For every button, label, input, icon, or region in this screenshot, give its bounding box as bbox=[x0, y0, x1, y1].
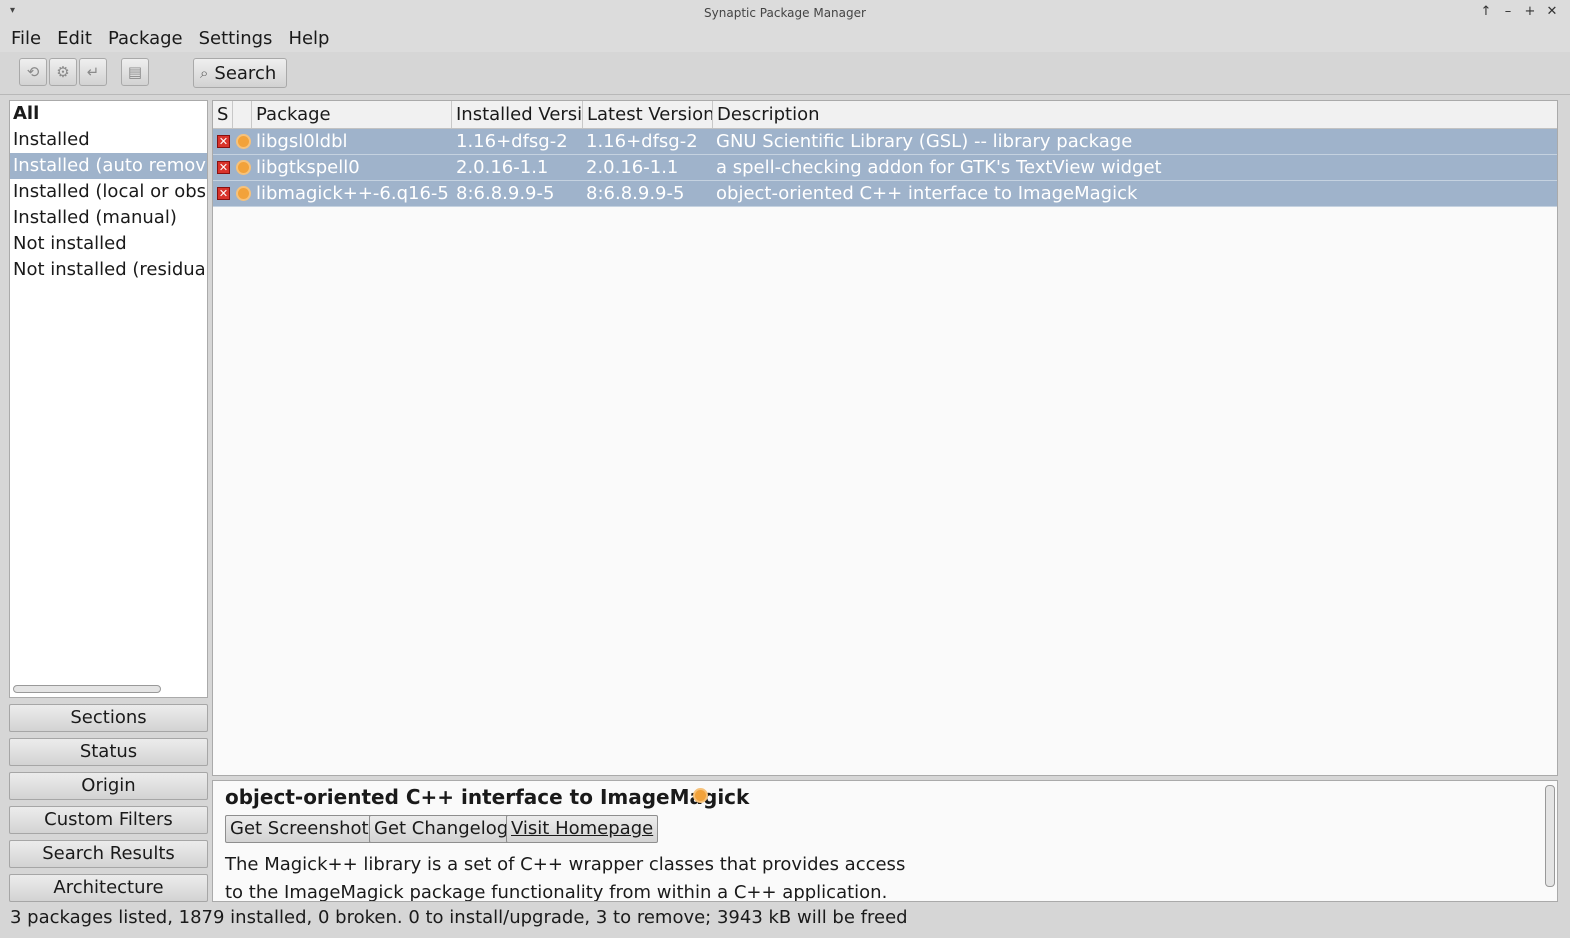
apply-button[interactable]: ↵ bbox=[79, 58, 107, 86]
filter-list: All Installed Installed (auto removal) I… bbox=[9, 100, 208, 698]
menu-help[interactable]: Help bbox=[280, 26, 337, 52]
gear-icon: ⚙ bbox=[56, 63, 70, 81]
supported-icon bbox=[238, 136, 249, 147]
details-title: object-oriented C++ interface to ImageMa… bbox=[225, 785, 750, 809]
mark-upgrades-button[interactable]: ⚙ bbox=[49, 58, 77, 86]
supported-icon bbox=[695, 790, 706, 801]
latest-version: 1.16+dfsg-2 bbox=[586, 131, 698, 152]
status-bar: 3 packages listed, 1879 installed, 0 bro… bbox=[10, 907, 908, 928]
status-button[interactable]: Status bbox=[9, 738, 208, 766]
description-line: to the ImageMagick package functionality… bbox=[225, 882, 888, 902]
supported-icon bbox=[238, 188, 249, 199]
description-line: The Magick++ library is a set of C++ wra… bbox=[225, 854, 906, 875]
column-description[interactable]: Description bbox=[713, 101, 1557, 128]
remove-mark-icon[interactable]: ✕ bbox=[217, 161, 230, 174]
package-details: object-oriented C++ interface to ImageMa… bbox=[212, 780, 1558, 902]
filter-item-not-installed[interactable]: Not installed bbox=[10, 231, 207, 257]
filter-item-installed-auto-removal[interactable]: Installed (auto removal) bbox=[10, 153, 207, 179]
table-row[interactable]: ✕ libmagick++-6.q16-5 8:6.8.9.9-5 8:6.8.… bbox=[213, 181, 1557, 207]
sections-button[interactable]: Sections bbox=[9, 704, 208, 732]
package-list-header: S Package Installed Version Latest Versi… bbox=[213, 101, 1557, 129]
search-button-label: Search bbox=[214, 62, 277, 84]
remove-mark-icon[interactable]: ✕ bbox=[217, 135, 230, 148]
package-description: object-oriented C++ interface to ImageMa… bbox=[716, 183, 1138, 204]
details-description: The Magick++ library is a set of C++ wra… bbox=[225, 851, 925, 902]
get-screenshot-button[interactable]: Get Screenshot bbox=[225, 815, 374, 843]
remove-mark-icon[interactable]: ✕ bbox=[217, 187, 230, 200]
horizontal-scrollbar[interactable] bbox=[13, 685, 161, 693]
filter-item-not-installed-residual[interactable]: Not installed (residual config) bbox=[10, 257, 207, 283]
title-bar: ▾ Synaptic Package Manager ↑ – + ✕ bbox=[0, 0, 1570, 26]
visit-homepage-button[interactable]: Visit Homepage bbox=[506, 815, 659, 843]
menu-package[interactable]: Package bbox=[100, 26, 191, 52]
package-description: GNU Scientific Library (GSL) -- library … bbox=[716, 131, 1133, 152]
vertical-scrollbar[interactable] bbox=[1545, 785, 1555, 887]
maximize-icon[interactable]: + bbox=[1524, 4, 1536, 19]
search-results-button[interactable]: Search Results bbox=[9, 840, 208, 868]
keep-above-icon[interactable]: ↑ bbox=[1480, 4, 1492, 19]
installed-version: 2.0.16-1.1 bbox=[456, 157, 549, 178]
latest-version: 2.0.16-1.1 bbox=[586, 157, 679, 178]
column-installed-version[interactable]: Installed Version bbox=[452, 101, 583, 128]
reload-button[interactable]: ⟲ bbox=[19, 58, 47, 86]
menu-bar: File Edit Package Settings Help bbox=[0, 26, 1570, 52]
package-description: a spell-checking addon for GTK's TextVie… bbox=[716, 157, 1162, 178]
latest-version: 8:6.8.9.9-5 bbox=[586, 183, 685, 204]
package-list: S Package Installed Version Latest Versi… bbox=[212, 100, 1558, 776]
installed-version: 1.16+dfsg-2 bbox=[456, 131, 568, 152]
window-controls: ↑ – + ✕ bbox=[1480, 4, 1558, 19]
window-title: Synaptic Package Manager bbox=[704, 6, 866, 20]
close-icon[interactable]: ✕ bbox=[1546, 4, 1558, 19]
menu-file[interactable]: File bbox=[0, 26, 49, 52]
menu-settings[interactable]: Settings bbox=[191, 26, 281, 52]
get-changelog-button[interactable]: Get Changelog bbox=[369, 815, 514, 843]
table-row[interactable]: ✕ libgsl0ldbl 1.16+dfsg-2 1.16+dfsg-2 GN… bbox=[213, 129, 1557, 155]
column-support[interactable] bbox=[233, 101, 252, 128]
properties-icon: ▤ bbox=[127, 63, 143, 81]
custom-filters-button[interactable]: Custom Filters bbox=[9, 806, 208, 834]
package-name: libmagick++-6.q16-5 bbox=[256, 183, 448, 204]
table-row[interactable]: ✕ libgtkspell0 2.0.16-1.1 2.0.16-1.1 a s… bbox=[213, 155, 1557, 181]
search-icon: ⌕ bbox=[200, 64, 209, 82]
package-name: libgtkspell0 bbox=[256, 157, 360, 178]
apply-icon: ↵ bbox=[86, 63, 100, 81]
origin-button[interactable]: Origin bbox=[9, 772, 208, 800]
properties-button[interactable]: ▤ bbox=[121, 58, 149, 86]
reload-icon: ⟲ bbox=[26, 63, 40, 81]
installed-version: 8:6.8.9.9-5 bbox=[456, 183, 555, 204]
package-name: libgsl0ldbl bbox=[256, 131, 348, 152]
filter-item-all[interactable]: All bbox=[10, 101, 207, 127]
column-status[interactable]: S bbox=[213, 101, 233, 128]
filter-item-installed-manual[interactable]: Installed (manual) bbox=[10, 205, 207, 231]
column-latest-version[interactable]: Latest Version bbox=[583, 101, 713, 128]
minimize-icon[interactable]: – bbox=[1502, 4, 1514, 19]
filter-item-installed-local-obsolete[interactable]: Installed (local or obsolete) bbox=[10, 179, 207, 205]
filter-item-installed[interactable]: Installed bbox=[10, 127, 207, 153]
toolbar: ⟲ ⚙ ↵ ▤ ⌕ Search bbox=[0, 52, 1570, 95]
search-button[interactable]: ⌕ Search bbox=[193, 58, 287, 88]
menu-edit[interactable]: Edit bbox=[49, 26, 100, 52]
column-package[interactable]: Package bbox=[252, 101, 452, 128]
architecture-button[interactable]: Architecture bbox=[9, 874, 208, 902]
supported-icon bbox=[238, 162, 249, 173]
